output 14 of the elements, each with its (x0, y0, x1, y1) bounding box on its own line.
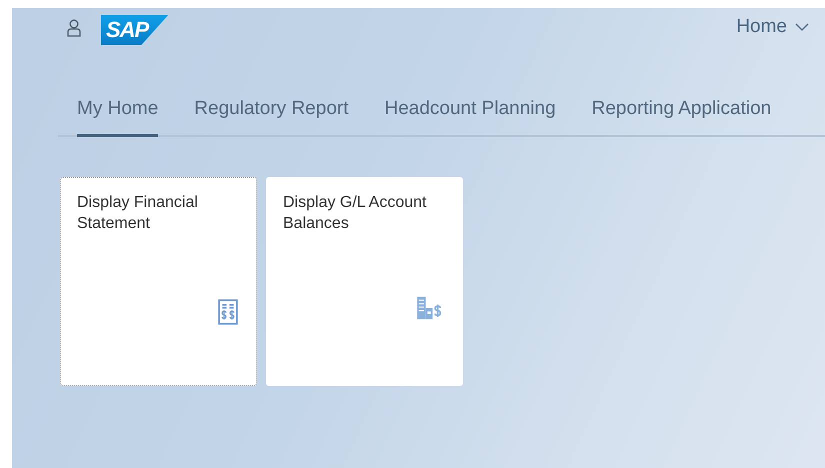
tile-title: Display Financial Statement (77, 193, 199, 234)
user-icon[interactable] (67, 19, 81, 37)
tab[interactable]: My Home (77, 98, 158, 137)
tile-title: Display G/L Account Balances (283, 193, 428, 234)
app-tile[interactable]: Display G/L Account Balances (266, 177, 463, 386)
chevron-down-icon (795, 23, 809, 31)
logo: SAP (101, 15, 168, 45)
building-dollar-icon (416, 296, 444, 320)
tab[interactable]: Headcount Planning (384, 98, 556, 137)
document-dollar-icon (218, 299, 238, 325)
tab[interactable]: Reporting Application (592, 98, 772, 137)
app-tile[interactable]: Display Financial Statement (60, 177, 257, 386)
tab[interactable]: Regulatory Report (194, 98, 348, 137)
home-menu[interactable]: Home (736, 16, 809, 38)
